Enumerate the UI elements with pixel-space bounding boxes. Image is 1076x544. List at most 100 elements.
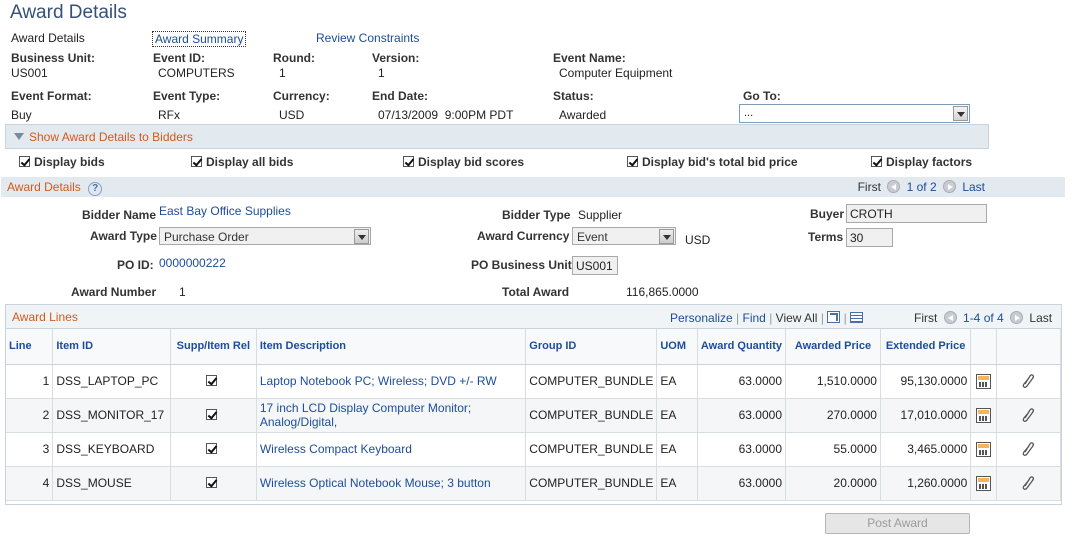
event-id-label: Event ID: <box>153 51 206 65</box>
event-name-value: Computer Equipment <box>559 66 673 80</box>
goto-select[interactable]: ... <box>739 104 970 123</box>
group-id-cell: COMPUTER_BUNDLE <box>525 432 658 467</box>
grid-nav: First 1-4 of 4 Last <box>914 311 1052 325</box>
view-all-link[interactable]: View All <box>776 311 818 325</box>
event-format-value: Buy <box>11 108 32 122</box>
award-quantity-cell: 63.0000 <box>697 398 787 433</box>
calculator-icon[interactable] <box>975 475 991 491</box>
table-row: 1 DSS_LAPTOP_PC Laptop Notebook PC; Wire… <box>6 364 1062 399</box>
col-group-id: Group ID <box>525 329 658 365</box>
po-business-unit-label: PO Business Unit <box>471 258 572 272</box>
chevron-down-icon[interactable] <box>659 229 674 244</box>
zoom-icon[interactable] <box>827 311 841 323</box>
item-description-link[interactable]: 17 inch LCD Display Computer Monitor; Ana… <box>256 398 527 433</box>
line-cell: 4 <box>6 466 54 501</box>
award-type-value: Purchase Order <box>164 230 249 244</box>
po-id-link[interactable]: 0000000222 <box>159 256 226 270</box>
col-calc <box>970 329 997 365</box>
chevron-down-icon[interactable] <box>953 106 968 121</box>
checkbox-checked-icon[interactable] <box>191 156 202 167</box>
total-award-value: 116,865.0000 <box>626 285 699 299</box>
display-total-bid-price-checkbox[interactable]: Display bid's total bid price <box>627 155 798 169</box>
checkbox-checked-icon[interactable] <box>19 156 30 167</box>
paperclip-icon[interactable] <box>1021 441 1035 457</box>
calc-cell <box>970 432 997 467</box>
help-icon[interactable]: ? <box>88 182 103 196</box>
event-type-label: Event Type: <box>153 89 221 103</box>
item-description-link[interactable]: Wireless Optical Notebook Mouse; 3 butto… <box>256 466 527 501</box>
po-business-unit-field[interactable]: US001 <box>572 256 618 275</box>
calculator-icon[interactable] <box>975 373 991 389</box>
find-link[interactable]: Find <box>743 311 766 325</box>
award-details-section-title: Award Details <box>7 180 81 194</box>
display-bid-scores-checkbox[interactable]: Display bid scores <box>403 155 524 169</box>
tab-review-constraints[interactable]: Review Constraints <box>316 31 419 45</box>
group-id-cell: COMPUTER_BUNDLE <box>525 398 658 433</box>
extended-price-cell: 95,130.0000 <box>880 364 972 399</box>
show-award-details-toggle[interactable]: Show Award Details to Bidders <box>5 124 989 149</box>
grid-toolbar: Personalize | Find | View All | | <box>670 311 864 325</box>
item-description-link[interactable]: Laptop Notebook PC; Wireless; DVD +/- RW <box>256 364 527 399</box>
uom-cell: EA <box>656 466 698 501</box>
personalize-link[interactable]: Personalize <box>670 311 733 325</box>
arrow-right-icon[interactable] <box>942 180 956 193</box>
award-currency-select[interactable]: Event <box>572 227 676 245</box>
calculator-icon[interactable] <box>975 407 991 423</box>
display-factors-label: Display factors <box>886 155 973 169</box>
grid-nav-last[interactable]: Last <box>1029 311 1052 325</box>
display-all-bids-checkbox[interactable]: Display all bids <box>191 155 293 169</box>
checkbox-checked-icon[interactable] <box>205 375 217 386</box>
business-unit-label: Business Unit: <box>11 51 96 65</box>
calculator-icon[interactable] <box>975 441 991 457</box>
display-factors-checkbox[interactable]: Display factors <box>871 155 972 169</box>
checkbox-checked-icon[interactable] <box>627 156 638 167</box>
paperclip-icon[interactable] <box>1021 407 1035 423</box>
checkbox-checked-icon[interactable] <box>205 443 217 454</box>
paperclip-icon[interactable] <box>1021 475 1035 491</box>
table-row: 2 DSS_MONITOR_17 17 inch LCD Display Com… <box>6 398 1062 433</box>
extended-price-cell: 1,260.0000 <box>880 466 972 501</box>
goto-select-value: ... <box>744 107 754 119</box>
award-number-label: Award Number <box>71 285 157 299</box>
display-bids-checkbox[interactable]: Display bids <box>19 155 105 169</box>
checkbox-checked-icon[interactable] <box>205 409 217 420</box>
award-type-label: Award Type <box>90 229 157 243</box>
checkbox-checked-icon[interactable] <box>205 477 217 488</box>
award-type-select[interactable]: Purchase Order <box>159 227 371 245</box>
nav-last[interactable]: Last <box>962 180 985 194</box>
chevron-down-icon[interactable] <box>354 229 369 244</box>
checkbox-checked-icon[interactable] <box>871 156 882 167</box>
uom-cell: EA <box>656 398 698 433</box>
display-bid-scores-label: Display bid scores <box>418 155 525 169</box>
arrow-right-icon[interactable] <box>1010 311 1024 324</box>
buyer-field[interactable]: CROTH <box>846 204 987 223</box>
terms-field[interactable]: 30 <box>846 228 893 247</box>
grid-download-icon[interactable] <box>850 312 864 323</box>
item-description-link[interactable]: Wireless Compact Keyboard <box>256 432 527 467</box>
bidder-name-link[interactable]: East Bay Office Supplies <box>159 204 291 218</box>
checkbox-checked-icon[interactable] <box>403 156 414 167</box>
award-currency-code: USD <box>685 233 711 247</box>
line-cell: 3 <box>6 432 54 467</box>
grid-nav-first[interactable]: First <box>914 311 937 325</box>
nav-range: 1 of 2 <box>906 180 937 194</box>
bidder-name-label: Bidder Name <box>82 208 157 222</box>
currency-label: Currency: <box>273 89 330 103</box>
arrow-left-icon[interactable] <box>887 180 901 193</box>
line-cell: 1 <box>6 364 54 399</box>
award-details-section-header: Award Details ? First 1 of 2 Last <box>1 177 1065 197</box>
award-quantity-cell: 63.0000 <box>697 364 787 399</box>
grid-nav-range: 1-4 of 4 <box>963 311 1004 325</box>
bidder-type-label: Bidder Type <box>502 208 571 222</box>
tab-award-summary[interactable]: Award Summary <box>152 31 247 47</box>
nav-first[interactable]: First <box>858 180 881 194</box>
item-id-cell: DSS_KEYBOARD <box>52 432 171 467</box>
paperclip-icon[interactable] <box>1021 373 1035 389</box>
arrow-left-icon[interactable] <box>943 311 957 324</box>
awarded-price-cell: 55.0000 <box>785 432 881 467</box>
attach-cell <box>996 398 1062 433</box>
post-award-button[interactable]: Post Award <box>825 513 970 534</box>
po-id-label: PO ID: <box>117 258 154 272</box>
goto-label: Go To: <box>743 89 781 103</box>
award-currency-label: Award Currency <box>477 229 570 243</box>
